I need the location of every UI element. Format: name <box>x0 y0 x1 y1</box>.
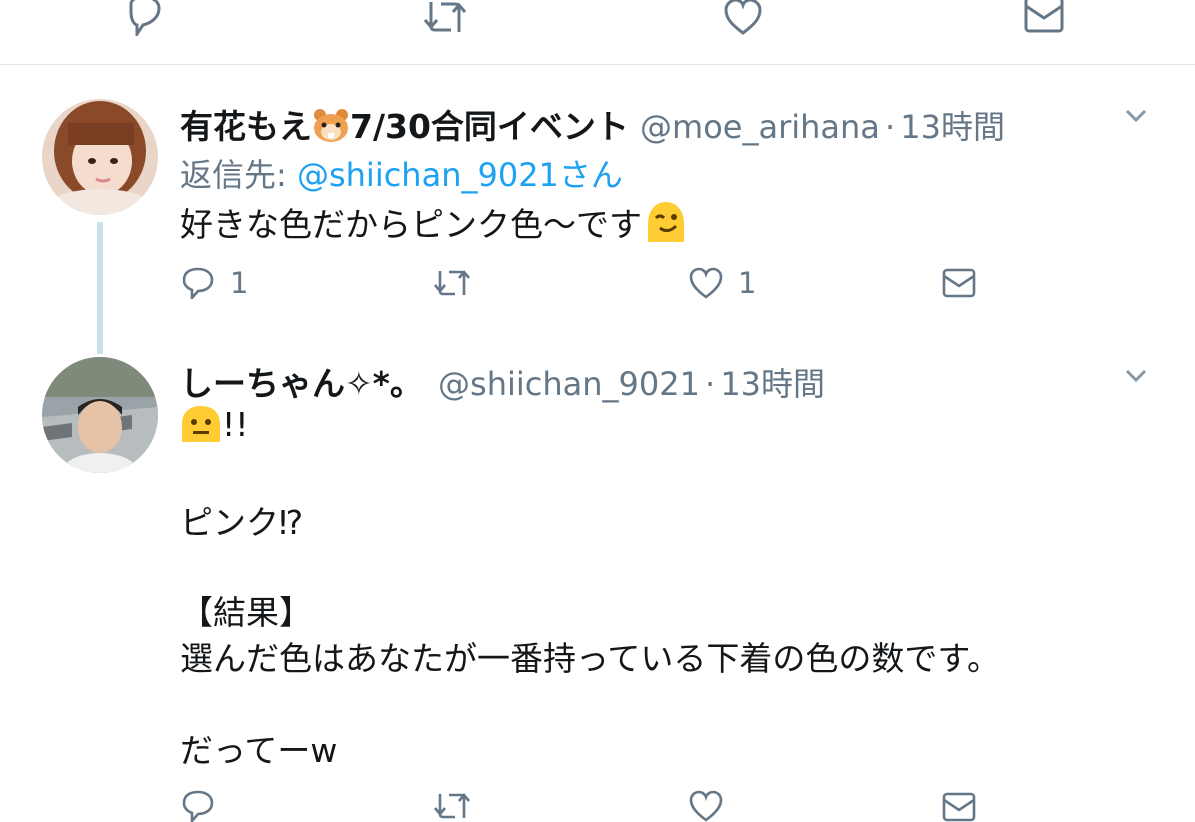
retweet-icon[interactable] <box>423 0 467 34</box>
tweet-text-line: !! <box>222 405 249 444</box>
reply-count: 1 <box>230 266 249 300</box>
separator: · <box>705 365 716 403</box>
display-name[interactable]: 有花もえ <box>180 107 312 146</box>
neutral-face-icon <box>180 404 222 452</box>
timestamp[interactable]: 13時間 <box>900 108 1005 146</box>
like-icon[interactable] <box>688 790 724 822</box>
retweet-icon[interactable] <box>433 790 471 822</box>
display-name-suffix[interactable]: 7/30合同イベント <box>350 107 629 146</box>
chevron-down-icon[interactable] <box>1124 368 1148 384</box>
avatar[interactable] <box>42 357 158 473</box>
thread-connector <box>97 222 103 354</box>
dm-icon[interactable] <box>1024 0 1064 34</box>
handle[interactable]: @shiichan_9021 <box>438 365 700 403</box>
tweet-text-line: ピンク⁉ <box>180 503 304 542</box>
hamster-icon <box>312 106 350 148</box>
dm-icon[interactable] <box>942 268 976 298</box>
reply-icon[interactable] <box>180 267 216 299</box>
like-icon[interactable] <box>723 0 763 36</box>
divider <box>0 64 1195 65</box>
reply-icon[interactable] <box>180 790 216 822</box>
avatar[interactable] <box>42 99 158 215</box>
chevron-down-icon[interactable] <box>1124 108 1148 124</box>
tweet-text-line: だってーw <box>180 731 338 770</box>
reply-icon[interactable] <box>125 0 165 36</box>
tweet-text: 好きな色だからピンク色〜です <box>180 205 642 244</box>
like-icon[interactable] <box>688 267 724 299</box>
separator: · <box>885 108 896 146</box>
retweet-icon[interactable] <box>433 267 471 299</box>
like-count: 1 <box>738 266 757 300</box>
tweet-text-line: 選んだ色はあなたが一番持っている下着の色の数です。 <box>180 639 1001 678</box>
reply-to-label: 返信先: <box>180 156 297 194</box>
winking-face-icon <box>644 200 688 252</box>
timestamp[interactable]: 13時間 <box>720 365 825 403</box>
reply-to-link[interactable]: @shiichan_9021さん <box>297 156 623 194</box>
tweet-text-line: 【結果】 <box>180 593 312 632</box>
display-name[interactable]: しーちゃん✧*。 <box>180 364 423 403</box>
dm-icon[interactable] <box>942 792 976 822</box>
handle[interactable]: @moe_arihana <box>640 108 880 146</box>
